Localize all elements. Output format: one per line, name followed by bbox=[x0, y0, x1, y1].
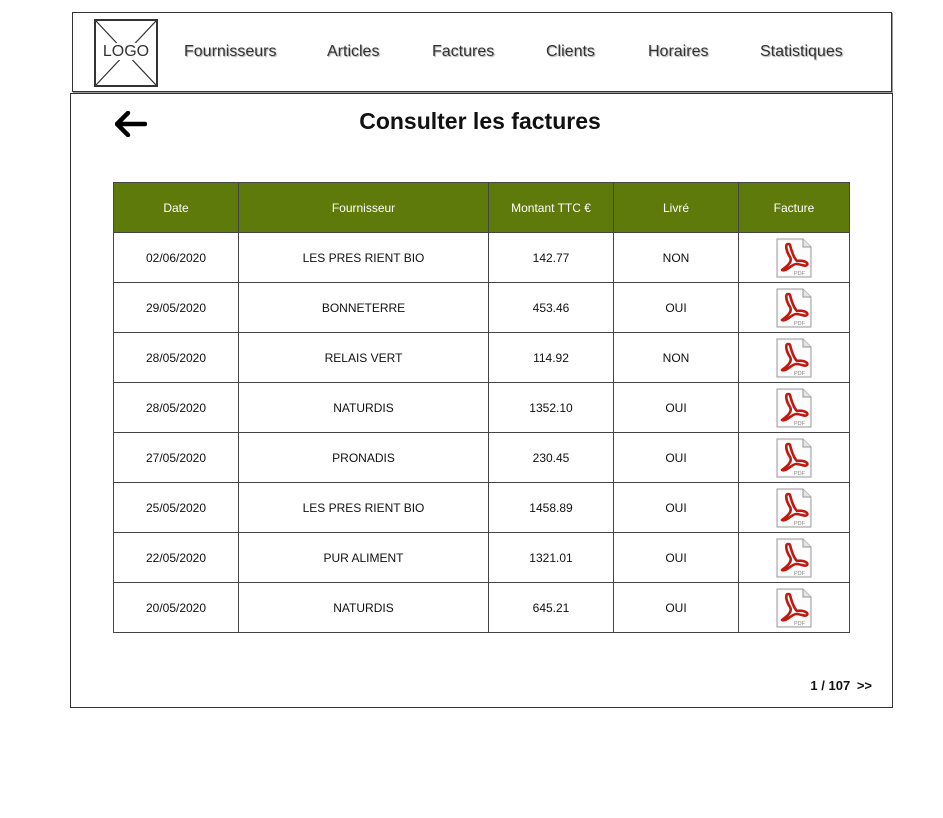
pdf-label: PDF bbox=[794, 521, 806, 527]
cell-facture: PDF bbox=[738, 332, 850, 383]
pdf-icon[interactable]: PDF bbox=[774, 387, 814, 429]
cell-montant: 1352.10 bbox=[488, 382, 614, 433]
pdf-label: PDF bbox=[794, 421, 806, 427]
cell-date: 02/06/2020 bbox=[113, 232, 239, 283]
nav-fournisseurs[interactable]: Fournisseurs bbox=[184, 43, 276, 61]
cell-livre: OUI bbox=[613, 282, 739, 333]
cell-livre: OUI bbox=[613, 482, 739, 533]
table-header-row: Date Fournisseur Montant TTC € Livré Fac… bbox=[113, 182, 850, 233]
cell-date: 28/05/2020 bbox=[113, 382, 239, 433]
pdf-icon[interactable]: PDF bbox=[774, 287, 814, 329]
pdf-icon[interactable]: PDF bbox=[774, 487, 814, 529]
cell-facture: PDF bbox=[738, 382, 850, 433]
cell-facture: PDF bbox=[738, 482, 850, 533]
table-row: 02/06/2020 LES PRES RIENT BIO 142.77 NON PD… bbox=[113, 232, 850, 283]
cell-livre: OUI bbox=[613, 582, 739, 633]
pagination-current: 1 bbox=[810, 678, 818, 693]
table-row: 29/05/2020 BONNETERRE 453.46 OUI PDF bbox=[113, 282, 850, 333]
table-row: 27/05/2020 PRONADIS 230.45 OUI PDF bbox=[113, 432, 850, 483]
cell-livre: OUI bbox=[613, 432, 739, 483]
pdf-icon[interactable]: PDF bbox=[774, 587, 814, 629]
cell-date: 28/05/2020 bbox=[113, 332, 239, 383]
cell-fournisseur: RELAIS VERT bbox=[238, 332, 489, 383]
pagination-next-button[interactable]: >> bbox=[857, 678, 872, 693]
cell-montant: 453.46 bbox=[488, 282, 614, 333]
pagination-separator: / bbox=[821, 678, 825, 693]
pdf-icon[interactable]: PDF bbox=[774, 237, 814, 279]
cell-livre: NON bbox=[613, 232, 739, 283]
cell-date: 25/05/2020 bbox=[113, 482, 239, 533]
cell-fournisseur: LES PRES RIENT BIO bbox=[238, 232, 489, 283]
column-header-fournisseur: Fournisseur bbox=[238, 182, 489, 233]
pdf-icon[interactable]: PDF bbox=[774, 537, 814, 579]
cell-fournisseur: NATURDIS bbox=[238, 382, 489, 433]
cell-livre: OUI bbox=[613, 382, 739, 433]
cell-date: 29/05/2020 bbox=[113, 282, 239, 333]
cell-fournisseur: PUR ALIMENT bbox=[238, 532, 489, 583]
cell-date: 22/05/2020 bbox=[113, 532, 239, 583]
nav-horaires[interactable]: Horaires bbox=[648, 43, 708, 61]
cell-livre: OUI bbox=[613, 532, 739, 583]
logo-text: LOGO bbox=[101, 43, 151, 60]
cell-montant: 1321.01 bbox=[488, 532, 614, 583]
cell-montant: 645.21 bbox=[488, 582, 614, 633]
cell-montant: 230.45 bbox=[488, 432, 614, 483]
page-title: Consulter les factures bbox=[359, 108, 601, 134]
cell-fournisseur: NATURDIS bbox=[238, 582, 489, 633]
column-header-date: Date bbox=[113, 182, 239, 233]
cell-montant: 114.92 bbox=[488, 332, 614, 383]
pdf-label: PDF bbox=[794, 571, 806, 577]
column-header-montant: Montant TTC € bbox=[488, 182, 614, 233]
cell-montant: 142.77 bbox=[488, 232, 614, 283]
table-row: 28/05/2020 NATURDIS 1352.10 OUI PDF bbox=[113, 382, 850, 433]
cell-facture: PDF bbox=[738, 532, 850, 583]
cell-date: 20/05/2020 bbox=[113, 582, 239, 633]
cell-livre: NON bbox=[613, 332, 739, 383]
nav-articles[interactable]: Articles bbox=[327, 43, 379, 61]
invoices-table: Date Fournisseur Montant TTC € Livré Fac… bbox=[113, 182, 850, 633]
pdf-label: PDF bbox=[794, 271, 806, 277]
table-row: 20/05/2020 NATURDIS 645.21 OUI PDF bbox=[113, 582, 850, 633]
table-row: 22/05/2020 PUR ALIMENT 1321.01 OUI PDF bbox=[113, 532, 850, 583]
pagination: 1 / 107 >> bbox=[810, 678, 872, 693]
logo-placeholder: LOGO bbox=[94, 19, 158, 87]
cell-facture: PDF bbox=[738, 432, 850, 483]
pdf-label: PDF bbox=[794, 321, 806, 327]
cell-fournisseur: LES PRES RIENT BIO bbox=[238, 482, 489, 533]
column-header-livre: Livré bbox=[613, 182, 739, 233]
pagination-total: 107 bbox=[828, 678, 851, 693]
cell-facture: PDF bbox=[738, 582, 850, 633]
pdf-label: PDF bbox=[794, 621, 806, 627]
cell-facture: PDF bbox=[738, 282, 850, 333]
cell-montant: 1458.89 bbox=[488, 482, 614, 533]
top-navbar: LOGO Fournisseurs Articles Factures Clie… bbox=[72, 12, 892, 92]
table-row: 28/05/2020 RELAIS VERT 114.92 NON PDF bbox=[113, 332, 850, 383]
column-header-facture: Facture bbox=[738, 182, 850, 233]
pdf-icon[interactable]: PDF bbox=[774, 437, 814, 479]
pdf-label: PDF bbox=[794, 471, 806, 477]
pdf-icon[interactable]: PDF bbox=[774, 337, 814, 379]
cell-date: 27/05/2020 bbox=[113, 432, 239, 483]
cell-fournisseur: PRONADIS bbox=[238, 432, 489, 483]
nav-clients[interactable]: Clients bbox=[546, 43, 595, 61]
cell-facture: PDF bbox=[738, 232, 850, 283]
main-panel: Consulter les factures Date Fournisseur … bbox=[70, 93, 893, 708]
nav-statistiques[interactable]: Statistiques bbox=[760, 43, 843, 61]
nav-factures[interactable]: Factures bbox=[432, 43, 494, 61]
pdf-label: PDF bbox=[794, 371, 806, 377]
cell-fournisseur: BONNETERRE bbox=[238, 282, 489, 333]
table-row: 25/05/2020 LES PRES RIENT BIO 1458.89 OUI P… bbox=[113, 482, 850, 533]
